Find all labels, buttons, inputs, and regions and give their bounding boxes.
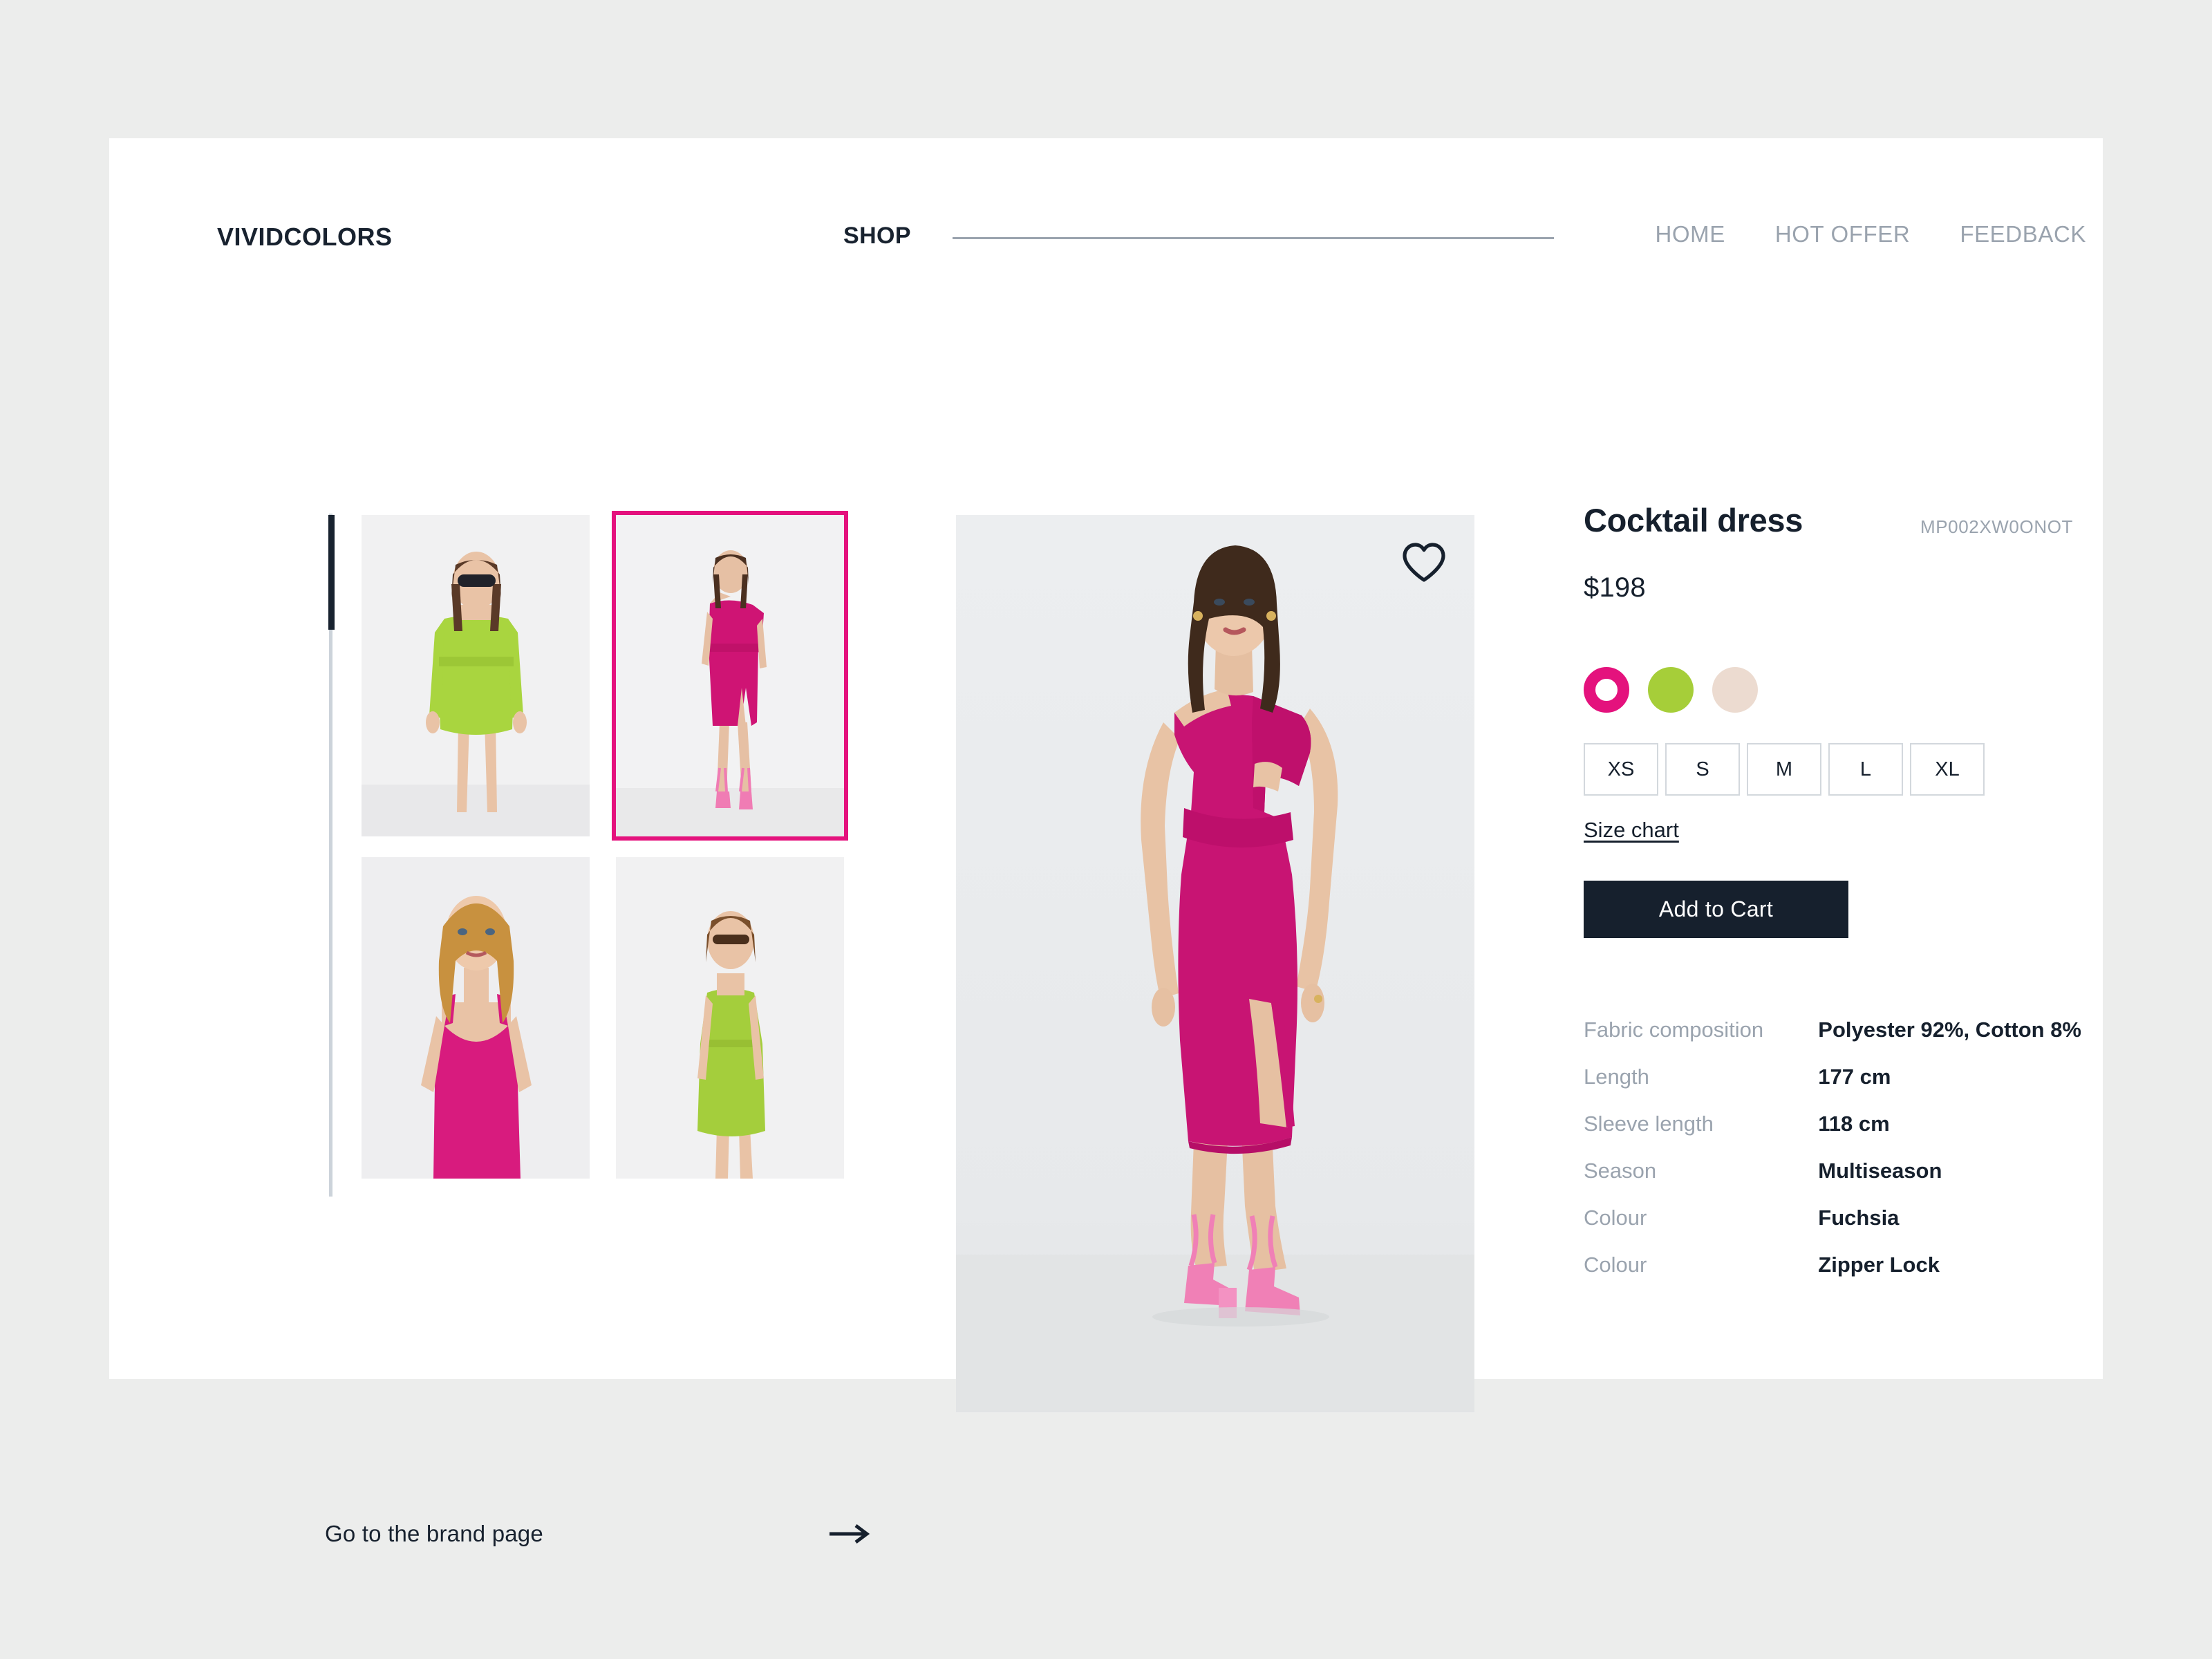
table-row: Length 177 cm: [1584, 1065, 2081, 1112]
table-row: Colour Fuchsia: [1584, 1206, 2081, 1253]
product-main-image[interactable]: [956, 515, 1474, 1412]
gallery-scrollbar-thumb[interactable]: [328, 515, 335, 630]
arrow-right-icon: [828, 1522, 871, 1546]
color-swatch-fuchsia[interactable]: [1584, 667, 1629, 713]
brand-page-label: Go to the brand page: [325, 1521, 543, 1546]
size-button-l[interactable]: L: [1828, 743, 1903, 796]
size-button-s[interactable]: S: [1665, 743, 1740, 796]
title-row: Cocktail dress MP002XW0ONOT: [1584, 501, 2081, 550]
spec-value: Fuchsia: [1818, 1206, 1900, 1230]
thumbnail-3[interactable]: [362, 857, 590, 1179]
spec-label: Colour: [1584, 1206, 1647, 1230]
thumbnail-2[interactable]: [612, 511, 848, 841]
thumbnail-grid: [362, 511, 870, 1179]
main-nav: HOME HOT OFFER FEEDBACK: [1561, 221, 2086, 247]
spec-label: Fabric composition: [1584, 1018, 1764, 1042]
spec-label: Season: [1584, 1159, 1657, 1183]
table-row: Season Multiseason: [1584, 1159, 2081, 1206]
nav-link-feedback[interactable]: FEEDBACK: [1960, 221, 2086, 247]
product-details: Cocktail dress MP002XW0ONOT $198 XS S M …: [1584, 501, 2081, 1277]
shop-label[interactable]: SHOP: [843, 223, 911, 250]
brand-logo[interactable]: VIVIDCOLORS: [217, 223, 393, 252]
page-card: VIVIDCOLORS SHOP HOME HOT OFFER FEEDBACK: [109, 138, 2103, 1546]
size-button-xs[interactable]: XS: [1584, 743, 1658, 796]
table-row: Fabric composition Polyester 92%, Cotton…: [1584, 1018, 2081, 1065]
thumbnail-gallery: Go to the brand page: [217, 377, 870, 1546]
thumbnail-1[interactable]: [362, 515, 590, 836]
size-chart-link[interactable]: Size chart: [1584, 818, 1679, 843]
spec-label: Sleeve length: [1584, 1112, 1714, 1136]
site-header: VIVIDCOLORS SHOP HOME HOT OFFER FEEDBACK: [109, 138, 2103, 270]
size-button-m[interactable]: M: [1747, 743, 1821, 796]
color-swatch-beige[interactable]: [1712, 667, 1758, 713]
table-row: Colour Zipper Lock: [1584, 1253, 2081, 1277]
spec-label: Colour: [1584, 1253, 1647, 1277]
table-row: Sleeve length 118 cm: [1584, 1112, 2081, 1159]
heart-icon: [1401, 541, 1447, 584]
brand-page-link[interactable]: Go to the brand page: [325, 1521, 871, 1547]
wishlist-button[interactable]: [1401, 541, 1447, 584]
add-to-cart-button[interactable]: Add to Cart: [1584, 881, 1848, 938]
spec-value: Polyester 92%, Cotton 8%: [1818, 1018, 2081, 1042]
thumbnail-4[interactable]: [616, 857, 844, 1179]
product-sku: MP002XW0ONOT: [1920, 516, 2073, 537]
spec-label: Length: [1584, 1065, 1649, 1089]
color-swatch-lime[interactable]: [1648, 667, 1694, 713]
nav-link-home[interactable]: HOME: [1655, 221, 1725, 247]
spec-value: 118 cm: [1818, 1112, 1890, 1136]
page-title: Cocktail dress: [1584, 502, 1803, 538]
nav-link-hot-offer[interactable]: HOT OFFER: [1775, 221, 1910, 247]
product-price: $198: [1584, 572, 1646, 603]
spec-value: 177 cm: [1818, 1065, 1891, 1089]
spec-value: Zipper Lock: [1818, 1253, 1940, 1277]
size-button-xl[interactable]: XL: [1910, 743, 1985, 796]
header-divider: [953, 237, 1554, 239]
spec-value: Multiseason: [1818, 1159, 1942, 1183]
color-options: [1584, 667, 2081, 713]
size-options: XS S M L XL: [1584, 743, 2081, 796]
specifications-table: Fabric composition Polyester 92%, Cotton…: [1584, 1018, 2081, 1277]
